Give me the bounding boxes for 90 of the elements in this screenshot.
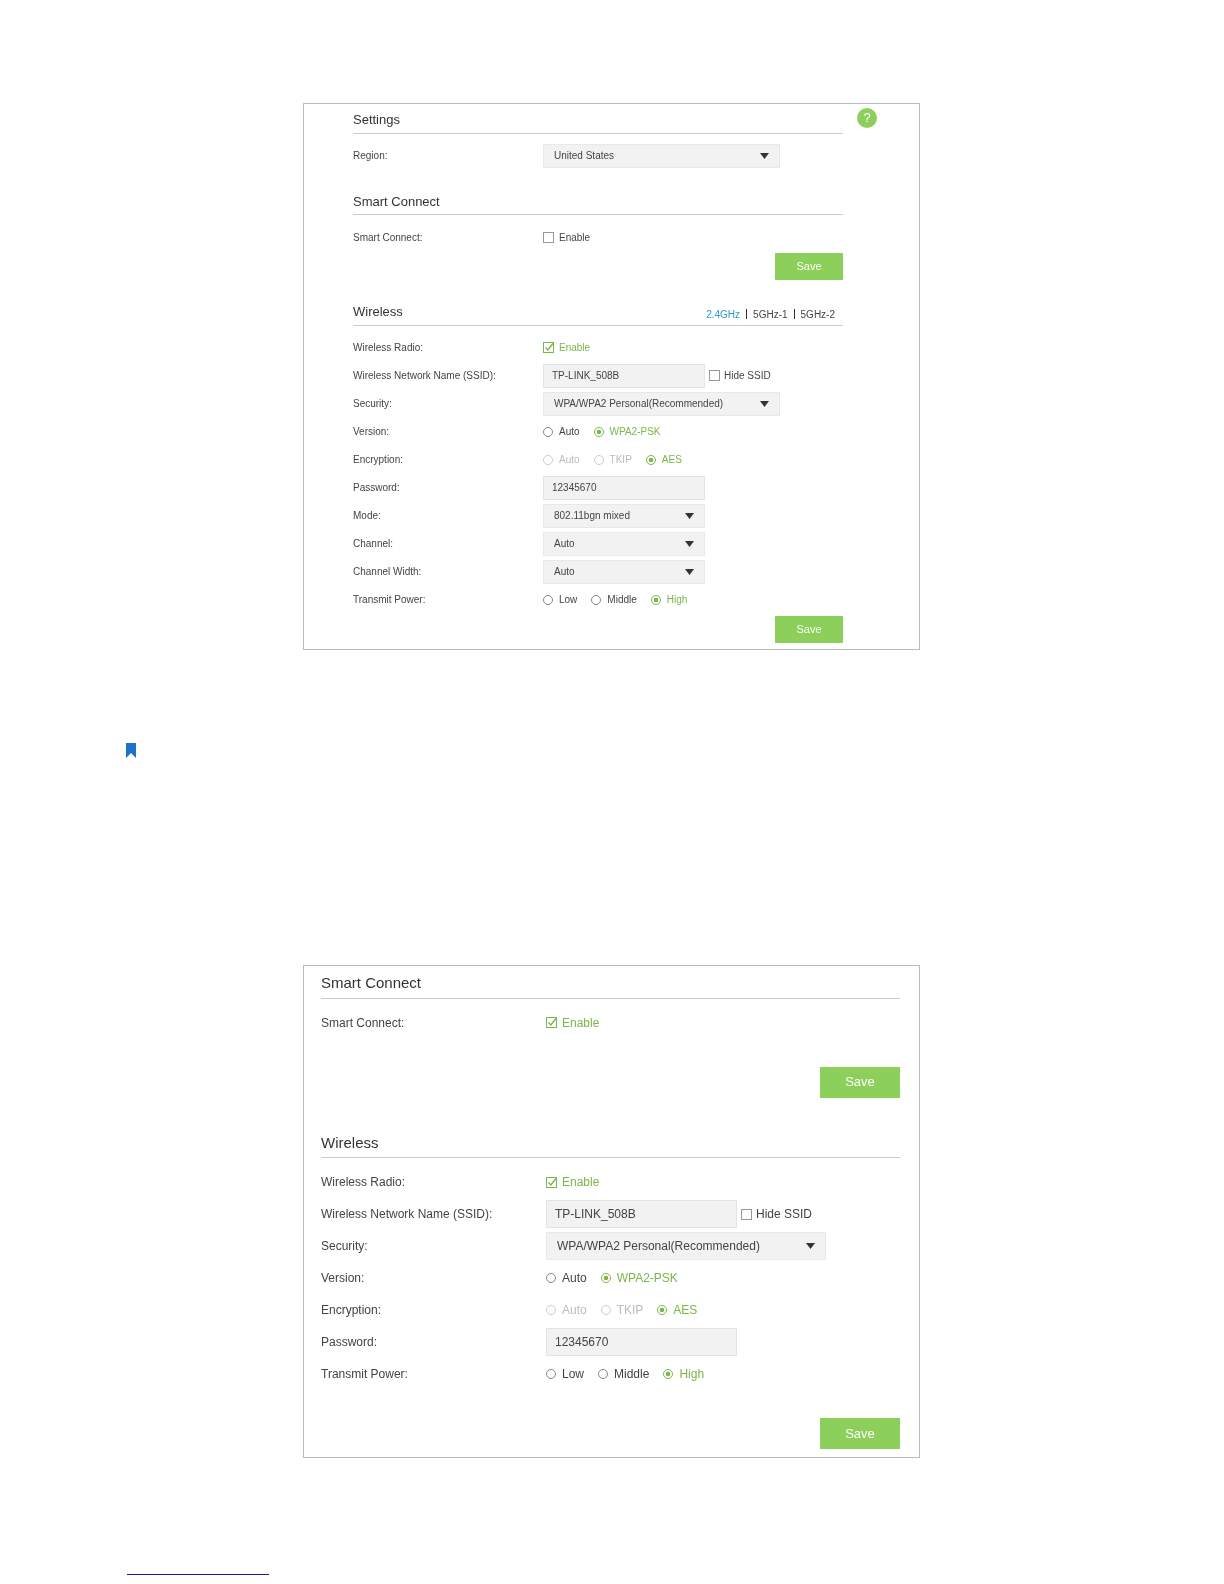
- field-label: Transmit Power:: [353, 593, 427, 607]
- field-label: Mode:: [353, 509, 382, 523]
- radio-label: Auto: [562, 1270, 587, 1287]
- field-label: Smart Connect:: [321, 1014, 406, 1032]
- checkbox-label: Enable: [559, 230, 591, 245]
- dropdown-value: Auto: [554, 537, 575, 551]
- checkbox-label: Hide SSID: [724, 369, 771, 383]
- dropdown[interactable]: United States: [543, 143, 780, 168]
- field-label: Transmit Power:: [321, 1366, 409, 1383]
- dropdown[interactable]: WPA/WPA2 Personal(Recommended): [543, 391, 780, 416]
- checkbox[interactable]: [543, 231, 554, 243]
- radio-button[interactable]: [663, 1369, 674, 1379]
- dropdown-value: WPA/WPA2 Personal(Recommended): [554, 397, 724, 411]
- section-title: Smart Connect: [353, 192, 440, 211]
- checkbox-label: Enable: [562, 1014, 600, 1032]
- text-field[interactable]: 12345670: [543, 475, 705, 500]
- field-label: Wireless Network Name (SSID):: [321, 1206, 494, 1223]
- field-label: Encryption:: [353, 453, 405, 467]
- radio-label: WPA2-PSK: [609, 425, 661, 439]
- radio-label: TKIP: [616, 1302, 644, 1319]
- dropdown[interactable]: 802.11bgn mixed: [543, 503, 705, 528]
- section-title: Smart Connect: [321, 973, 422, 993]
- text-field[interactable]: TP-LINK_508B: [546, 1200, 737, 1228]
- checkbox-label: Hide SSID: [756, 1206, 813, 1223]
- radio-label: Auto: [559, 425, 580, 439]
- checked-checkbox[interactable]: [546, 1017, 557, 1028]
- caret-icon: [806, 1243, 815, 1249]
- section-title: Wireless: [321, 1132, 379, 1153]
- radio-label: TKIP: [609, 453, 632, 467]
- radio-label: Middle: [607, 593, 637, 607]
- dropdown[interactable]: WPA/WPA2 Personal(Recommended): [546, 1232, 826, 1260]
- field-label: Password:: [321, 1334, 379, 1351]
- radio-label: AES: [673, 1302, 698, 1319]
- radio-label: Auto: [559, 453, 580, 467]
- dropdown[interactable]: Auto: [543, 559, 705, 584]
- radio-label: High: [679, 1366, 705, 1383]
- checkbox-label: Enable: [559, 341, 591, 355]
- radio-button[interactable]: [543, 426, 553, 437]
- checkbox[interactable]: [741, 1208, 752, 1220]
- dropdown[interactable]: Auto: [543, 531, 705, 556]
- dropdown-value: Auto: [554, 565, 575, 579]
- field-label: Version:: [353, 425, 391, 439]
- radio-label: Auto: [562, 1302, 587, 1319]
- checked-checkbox[interactable]: [543, 342, 554, 353]
- band-tab[interactable]: 5GHz-2: [800, 306, 835, 322]
- field-label: Smart Connect:: [353, 230, 424, 245]
- dropdown-value: 802.11bgn mixed: [554, 509, 630, 523]
- bookmark-icon: [126, 743, 136, 758]
- field-label: Wireless Radio:: [353, 341, 425, 355]
- radio-button[interactable]: [546, 1273, 556, 1283]
- band-tab[interactable]: 5GHz-1: [753, 306, 788, 322]
- checked-checkbox[interactable]: [546, 1176, 557, 1188]
- radio-label: Low: [562, 1366, 584, 1383]
- caret-icon: [760, 152, 769, 159]
- checkbox[interactable]: [709, 370, 720, 381]
- field-label: Encryption:: [321, 1302, 383, 1319]
- radio-button[interactable]: [593, 426, 604, 437]
- radio-button[interactable]: [591, 594, 602, 605]
- field-label: Channel Width:: [353, 565, 423, 579]
- caret-icon: [685, 540, 694, 547]
- field-label: Version:: [321, 1270, 366, 1287]
- caret-icon: [685, 568, 694, 575]
- radio-button[interactable]: [543, 594, 553, 605]
- field-label: Security:: [353, 397, 393, 411]
- field-label: Security:: [321, 1238, 369, 1255]
- radio-label: WPA2-PSK: [616, 1270, 678, 1287]
- caret-icon: [685, 512, 694, 519]
- radio-label: Middle: [614, 1366, 650, 1383]
- section-title: Wireless: [353, 303, 403, 321]
- radio-button[interactable]: [657, 1305, 668, 1315]
- field-label: Password:: [353, 481, 401, 495]
- dropdown-value: United States: [554, 149, 615, 163]
- radio-label: AES: [661, 453, 682, 467]
- text-field[interactable]: TP-LINK_508B: [543, 363, 705, 388]
- radio-button[interactable]: [546, 1369, 556, 1379]
- field-label: Wireless Network Name (SSID):: [353, 369, 497, 383]
- radio-button[interactable]: [645, 454, 656, 465]
- section-title: Settings: [353, 111, 400, 129]
- radio-button[interactable]: [598, 1369, 608, 1379]
- checkbox-label: Enable: [562, 1174, 600, 1191]
- dropdown-value: WPA/WPA2 Personal(Recommended): [557, 1238, 760, 1255]
- radio-button[interactable]: [650, 594, 661, 605]
- radio-label: Low: [559, 593, 578, 607]
- field-label: Wireless Radio:: [321, 1174, 407, 1191]
- text-field[interactable]: 12345670: [546, 1328, 737, 1356]
- radio-button[interactable]: [600, 1273, 611, 1283]
- radio-label: High: [666, 593, 688, 607]
- field-label: Channel:: [353, 537, 395, 551]
- field-label: Region:: [353, 149, 389, 163]
- caret-icon: [760, 400, 769, 407]
